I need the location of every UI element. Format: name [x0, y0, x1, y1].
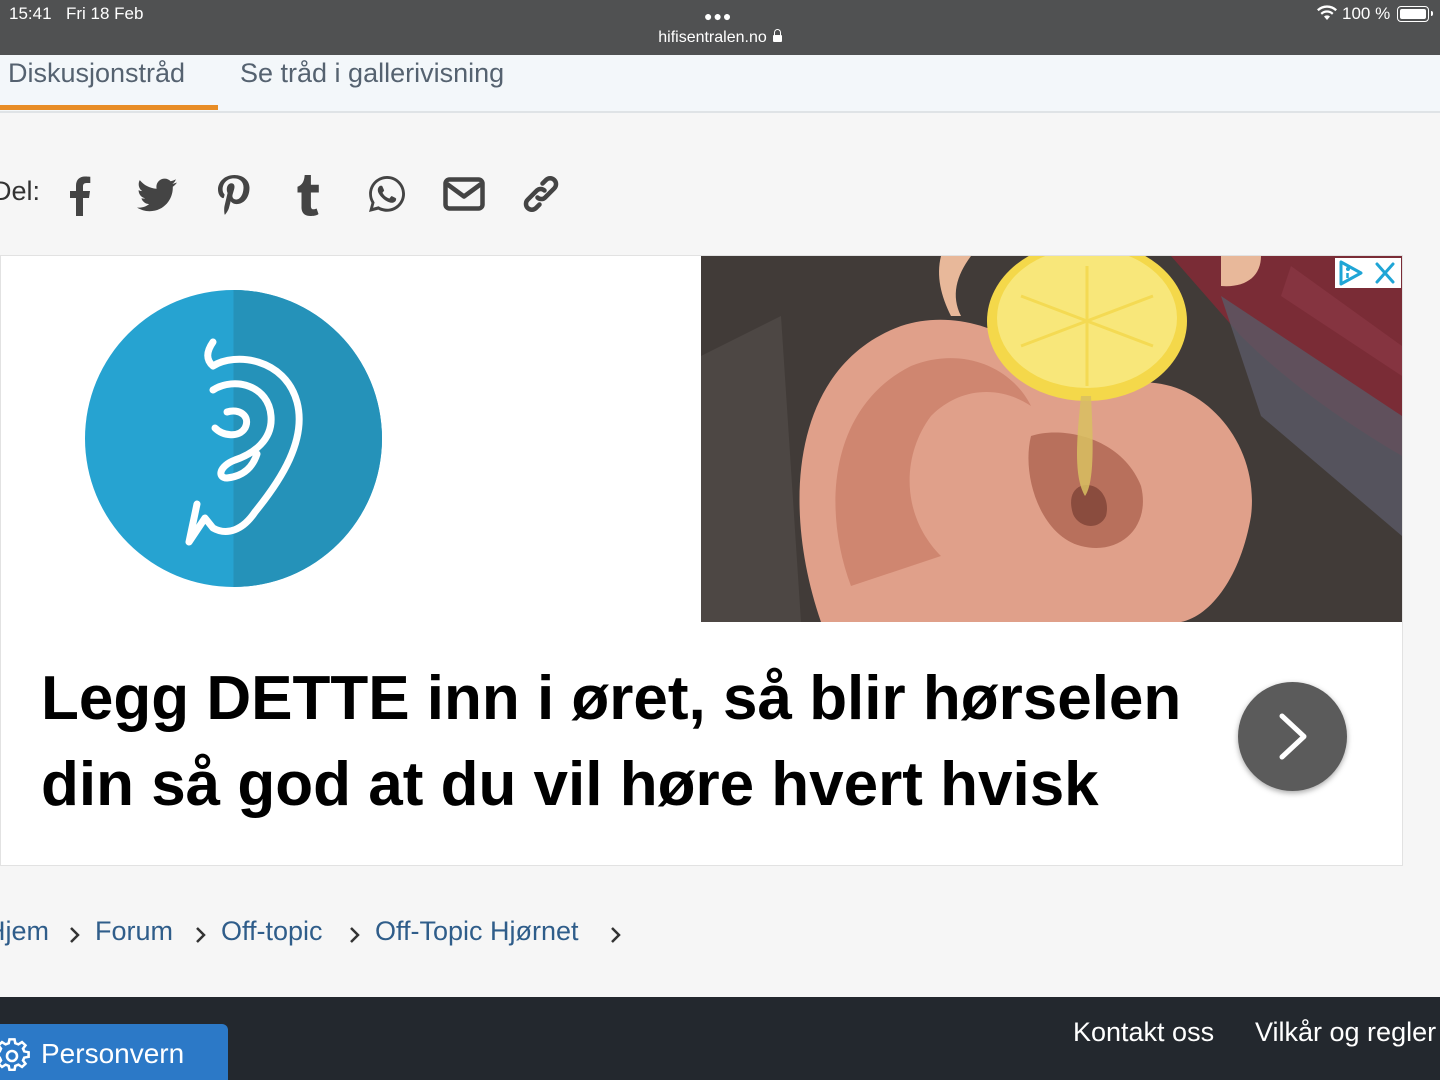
privacy-label: Personvern: [41, 1038, 185, 1069]
chevron-right-icon: [1279, 713, 1307, 760]
address-bar[interactable]: hifisentralen.no: [0, 29, 1440, 47]
battery-percent: 100 %: [1342, 4, 1391, 23]
breadcrumb-home[interactable]: Hjem: [0, 916, 49, 947]
adchoices-icon[interactable]: [1335, 258, 1401, 288]
privacy-button[interactable]: Personvern: [0, 1024, 228, 1080]
status-date: Fri 18 Feb: [66, 4, 144, 23]
thread-view-tabs: Diskusjonstråd Se tråd i gallerivisning: [0, 55, 1440, 113]
breadcrumb-forum[interactable]: Forum: [95, 916, 173, 947]
tab-discussion[interactable]: Diskusjonstråd: [0, 55, 218, 110]
chevron-right-icon: [611, 927, 621, 943]
footer-link-contact[interactable]: Kontakt oss: [1073, 1017, 1214, 1048]
close-icon: [1375, 262, 1395, 284]
link-icon[interactable]: [519, 172, 563, 216]
chevron-right-icon: [70, 927, 80, 943]
chevron-right-icon: [350, 927, 360, 943]
ad-headline[interactable]: Legg DETTE inn i øret, så blir hørselen …: [41, 656, 1201, 828]
twitter-icon[interactable]: [135, 172, 179, 216]
gear-icon: [0, 1038, 30, 1072]
pinterest-icon[interactable]: [211, 172, 255, 216]
ad-choices[interactable]: [1335, 258, 1401, 288]
multitasking-dots-icon[interactable]: ●●●: [704, 8, 732, 24]
chevron-right-icon: [196, 927, 206, 943]
breadcrumb-off-topic[interactable]: Off-topic: [221, 916, 323, 947]
battery-icon: [1397, 6, 1429, 22]
ad-photo-ear-lemon: [701, 256, 1402, 622]
whatsapp-icon[interactable]: [365, 172, 409, 216]
breadcrumb-off-topic-hjornet[interactable]: Off-Topic Hjørnet: [375, 916, 579, 947]
facebook-icon[interactable]: [58, 172, 102, 216]
email-icon[interactable]: [442, 172, 486, 216]
tab-gallery-view[interactable]: Se tråd i gallerivisning: [232, 55, 504, 110]
status-bar: 15:41 Fri 18 Feb ●●● hifisentralen.no 10…: [0, 0, 1440, 55]
ear-logo-icon: [85, 290, 382, 587]
lock-icon: [772, 29, 782, 42]
tumblr-icon[interactable]: [288, 172, 332, 216]
url-text: hifisentralen.no: [658, 29, 767, 46]
footer-link-terms[interactable]: Vilkår og regler: [1255, 1017, 1436, 1048]
footer: Kontakt oss Vilkår og regler Personvern: [0, 997, 1440, 1080]
status-time: 15:41: [9, 4, 52, 23]
wifi-icon: [1317, 5, 1337, 20]
advertisement[interactable]: Legg DETTE inn i øret, så blir hørselen …: [0, 255, 1403, 866]
share-label: Del:: [0, 176, 41, 206]
ad-next-button[interactable]: [1238, 682, 1347, 791]
